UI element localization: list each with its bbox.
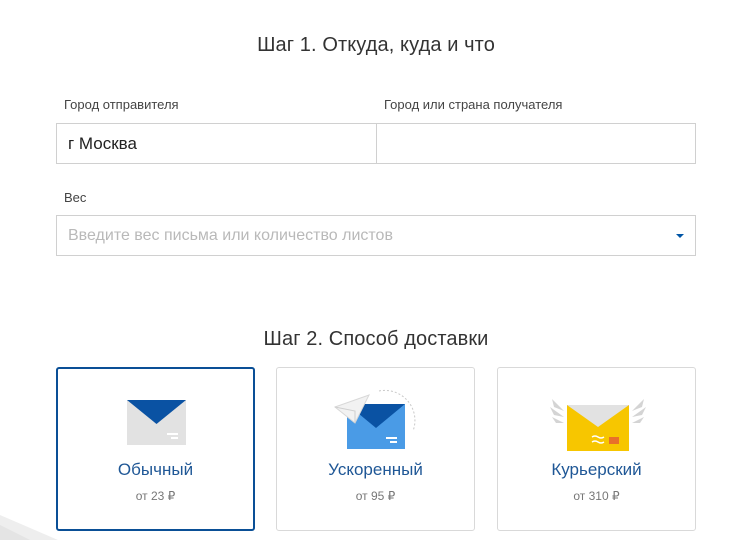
- winged-envelope-icon: [550, 399, 646, 451]
- option-courier-name: Курьерский: [551, 460, 642, 479]
- recipient-city-input[interactable]: [376, 123, 696, 164]
- sender-city-label: Город отправителя: [64, 97, 179, 112]
- delivery-option-courier[interactable]: Курьерский от 310 ₽: [497, 367, 696, 531]
- envelope-icon: [127, 400, 186, 445]
- chevron-down-icon[interactable]: [676, 234, 684, 238]
- sender-city-input[interactable]: г Москва: [56, 123, 377, 164]
- option-express-name: Ускоренный: [328, 460, 423, 479]
- delivery-option-regular[interactable]: Обычный от 23 ₽: [56, 367, 255, 531]
- option-courier-price: от 310 ₽: [573, 489, 620, 503]
- option-regular-name: Обычный: [117, 460, 194, 479]
- step1-title: Шаг 1. Откуда, куда и что: [257, 34, 495, 56]
- sender-city-value: г Москва: [68, 134, 137, 153]
- weight-placeholder: Введите вес письма или количество листов: [68, 227, 393, 244]
- delivery-option-express[interactable]: Ускоренный от 95 ₽: [276, 367, 475, 531]
- option-regular-price: от 23 ₽: [135, 489, 176, 503]
- weight-select[interactable]: Введите вес письма или количество листов: [56, 215, 696, 256]
- express-envelope-icon: [333, 389, 416, 449]
- option-express-price: от 95 ₽: [355, 489, 396, 503]
- weight-label: Вес: [64, 190, 87, 205]
- recipient-city-label: Город или страна получателя: [384, 97, 563, 112]
- step2-title: Шаг 2. Способ доставки: [263, 328, 489, 350]
- paper-plane-decoration-icon: [0, 515, 58, 540]
